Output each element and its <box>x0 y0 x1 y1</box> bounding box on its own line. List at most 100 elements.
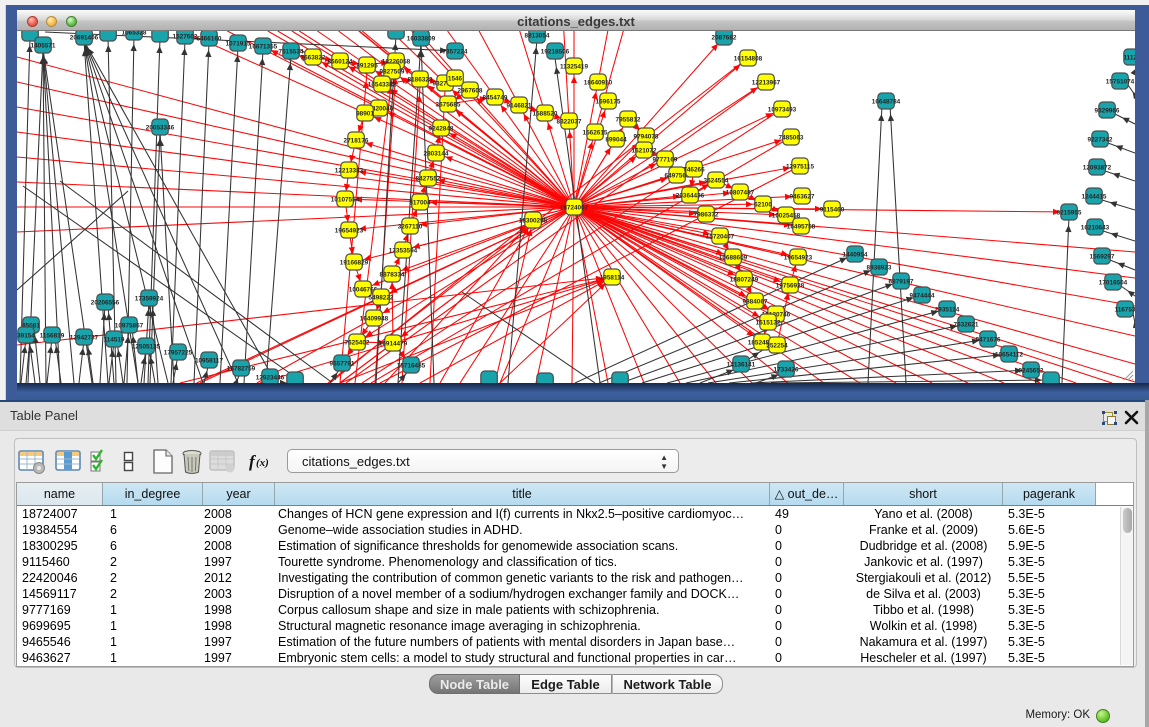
svg-text:15751074: 15751074 <box>1106 78 1135 85</box>
svg-text:62100: 62100 <box>754 201 772 208</box>
svg-text:12213383: 12213383 <box>335 167 364 174</box>
svg-text:9884067: 9884067 <box>743 298 768 305</box>
svg-text:98901: 98901 <box>356 110 374 117</box>
svg-text:16210643: 16210643 <box>1081 224 1110 231</box>
svg-text:12213967: 12213967 <box>752 79 781 86</box>
svg-text:17359924: 17359924 <box>135 295 164 302</box>
svg-text:1696175: 1696175 <box>596 98 621 105</box>
svg-text:9227342: 9227342 <box>1088 136 1113 143</box>
svg-text:2935114: 2935114 <box>935 306 960 313</box>
svg-text:1065328: 1065328 <box>122 31 147 36</box>
svg-text:9777169: 9777169 <box>653 156 678 163</box>
svg-text:8186328: 8186328 <box>408 76 433 83</box>
svg-text:16154808: 16154808 <box>734 55 763 62</box>
svg-text:11124: 11124 <box>1123 54 1135 61</box>
svg-text:19756928: 19756928 <box>776 282 805 289</box>
svg-text:899044: 899044 <box>605 136 627 143</box>
svg-text:17016504: 17016504 <box>1099 279 1128 286</box>
svg-text:9242848: 9242848 <box>429 125 454 132</box>
svg-text:1527602: 1527602 <box>173 33 198 40</box>
svg-text:1405571: 1405571 <box>31 42 56 49</box>
svg-text:19166829: 19166829 <box>340 259 369 266</box>
svg-text:3624554: 3624554 <box>704 177 729 184</box>
svg-text:20053346: 20053346 <box>146 124 175 131</box>
svg-text:18640910: 18640910 <box>584 79 613 86</box>
svg-text:16914479: 16914479 <box>379 340 408 347</box>
svg-text:817004: 817004 <box>409 199 431 206</box>
svg-text:8878334: 8878334 <box>380 271 405 278</box>
svg-text:1615132: 1615132 <box>756 319 781 326</box>
svg-text:114519: 114519 <box>104 336 125 343</box>
svg-text:16495758: 16495758 <box>787 223 816 230</box>
svg-text:9115460: 9115460 <box>820 206 845 213</box>
svg-text:8938923: 8938923 <box>867 264 892 271</box>
svg-text:10958117: 10958117 <box>195 357 224 364</box>
svg-text:2803144: 2803144 <box>424 150 449 157</box>
svg-text:9146821: 9146821 <box>507 102 532 109</box>
svg-text:1562615: 1562615 <box>583 129 608 136</box>
svg-text:1071915: 1071915 <box>226 40 251 47</box>
svg-text:6466160: 6466160 <box>197 35 222 42</box>
svg-text:1733426: 1733426 <box>774 366 799 373</box>
svg-text:16782759: 16782759 <box>227 365 256 372</box>
svg-text:19654923: 19654923 <box>335 227 364 234</box>
svg-text:8322037: 8322037 <box>557 118 582 125</box>
svg-text:(x): (x) <box>256 457 269 469</box>
svg-text:8427552: 8427552 <box>416 175 441 182</box>
svg-text:8660124: 8660124 <box>328 58 353 65</box>
svg-text:8471676: 8471676 <box>976 336 1001 343</box>
svg-text:16543382: 16543382 <box>368 81 397 88</box>
svg-text:1440954: 1440954 <box>843 251 868 258</box>
svg-text:7625402: 7625402 <box>345 339 370 346</box>
svg-text:5498222: 5498222 <box>369 294 394 301</box>
svg-text:12942737: 12942737 <box>70 334 99 341</box>
svg-text:12923446: 12923446 <box>256 374 285 381</box>
svg-text:17957225: 17957225 <box>164 349 193 356</box>
svg-text:7485063: 7485063 <box>779 134 804 141</box>
svg-text:1244415: 1244415 <box>1082 193 1107 200</box>
svg-text:16648784: 16648784 <box>872 98 901 105</box>
svg-text:2718176: 2718176 <box>344 137 369 144</box>
svg-text:7955812: 7955812 <box>616 116 641 123</box>
svg-text:16671355: 16671355 <box>249 43 278 50</box>
svg-text:18300295: 18300295 <box>519 217 548 224</box>
svg-text:16409948: 16409948 <box>360 315 389 322</box>
svg-text:7357224: 7357224 <box>443 48 468 55</box>
svg-text:10688609: 10688609 <box>719 254 748 261</box>
svg-text:891295: 891295 <box>356 62 378 69</box>
svg-text:1621072: 1621072 <box>632 147 657 154</box>
svg-text:11325419: 11325419 <box>560 63 589 70</box>
svg-text:15720407: 15720407 <box>706 233 735 240</box>
svg-text:7986372: 7986372 <box>694 211 719 218</box>
svg-text:10975867: 10975867 <box>115 322 144 329</box>
svg-text:12353594: 12353594 <box>389 247 418 254</box>
svg-text:15716485: 15716485 <box>397 362 426 369</box>
svg-text:9794078: 9794078 <box>634 133 659 140</box>
svg-text:9463627: 9463627 <box>790 193 815 200</box>
svg-text:10973493: 10973493 <box>768 106 797 113</box>
svg-text:16033809: 16033809 <box>407 35 436 42</box>
svg-text:1156819: 1156819 <box>40 332 65 339</box>
svg-text:1958114: 1958114 <box>600 274 625 281</box>
svg-text:19654923: 19654923 <box>784 254 813 261</box>
svg-text:12093872: 12093872 <box>1083 164 1112 171</box>
svg-text:9329966: 9329966 <box>1095 107 1120 114</box>
svg-text:14136141: 14136141 <box>727 361 756 368</box>
svg-text:1569297: 1569297 <box>1090 253 1115 260</box>
svg-text:7663822: 7663822 <box>301 54 326 61</box>
svg-text:2087682: 2087682 <box>712 34 737 41</box>
svg-text:10654112: 10654112 <box>995 351 1024 358</box>
svg-text:12975115: 12975115 <box>786 163 815 170</box>
svg-text:18807249: 18807249 <box>730 276 759 283</box>
svg-text:746266: 746266 <box>683 166 705 173</box>
svg-text:9657791: 9657791 <box>330 360 355 367</box>
svg-text:1588520: 1588520 <box>533 110 558 117</box>
svg-text:9827509: 9827509 <box>380 68 405 75</box>
svg-text:8813054: 8813054 <box>525 32 550 39</box>
svg-text:1546: 1546 <box>448 75 463 82</box>
svg-text:9474444: 9474444 <box>910 292 935 299</box>
svg-text:9245652: 9245652 <box>1019 367 1044 374</box>
svg-text:10807487: 10807487 <box>726 189 755 196</box>
svg-text:20364436: 20364436 <box>676 192 705 199</box>
svg-text:252254: 252254 <box>766 342 788 349</box>
